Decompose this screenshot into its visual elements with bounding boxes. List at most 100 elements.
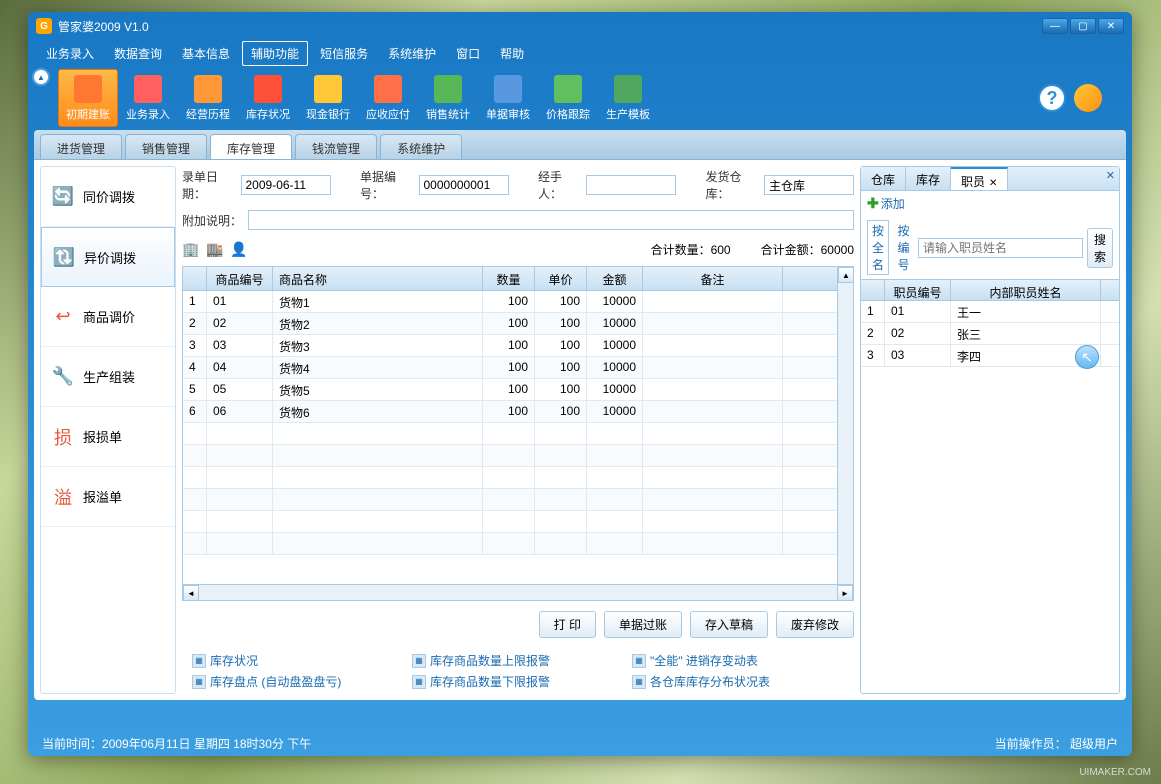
- note-input[interactable]: [248, 210, 854, 230]
- col-header[interactable]: 备注: [643, 267, 783, 290]
- grid-body[interactable]: 101货物110010010000202货物210010010000303货物3…: [183, 291, 837, 584]
- link-item[interactable]: ▦库存商品数量上限报警: [412, 652, 602, 669]
- right-tab-库存[interactable]: 库存: [906, 167, 951, 190]
- panel-close-icon[interactable]: ✕: [1106, 169, 1115, 182]
- add-label: 添加: [881, 195, 905, 212]
- action-存入草稿[interactable]: 存入草稿: [690, 611, 768, 638]
- add-button[interactable]: ✚添加: [867, 195, 905, 212]
- link-icon: ▦: [192, 675, 206, 689]
- sidebar-icon: 🔧: [51, 365, 75, 389]
- tool-应收应付[interactable]: 应收应付: [358, 69, 418, 127]
- maximize-button[interactable]: ▢: [1070, 18, 1096, 34]
- status-user-label: 当前操作员：: [995, 737, 1067, 751]
- action-废弃修改[interactable]: 废弃修改: [776, 611, 854, 638]
- title-text: 管家婆2009 V1.0: [58, 18, 1042, 35]
- action-打印[interactable]: 打 印: [539, 611, 596, 638]
- table-row[interactable]: 404货物410010010000: [183, 357, 837, 379]
- help-icon[interactable]: ?: [1038, 84, 1066, 112]
- col-header[interactable]: 内部职员姓名: [951, 280, 1101, 300]
- menu-短信服务[interactable]: 短信服务: [312, 42, 376, 65]
- sidebar-item-商品调价[interactable]: ↩商品调价: [41, 287, 175, 347]
- tab-进货管理[interactable]: 进货管理: [40, 134, 122, 159]
- col-header[interactable]: 职员编号: [885, 280, 951, 300]
- tool-现金银行[interactable]: 现金银行: [298, 69, 358, 127]
- tab-销售管理[interactable]: 销售管理: [125, 134, 207, 159]
- col-header[interactable]: [861, 280, 885, 300]
- employee-search-input[interactable]: [918, 238, 1083, 258]
- menu-辅助功能[interactable]: 辅助功能: [242, 41, 308, 66]
- col-header[interactable]: 商品名称: [273, 267, 483, 290]
- menu-基本信息[interactable]: 基本信息: [174, 42, 238, 65]
- vertical-scrollbar[interactable]: ▲: [837, 267, 853, 584]
- tab-close-icon[interactable]: ✕: [989, 178, 997, 189]
- link-item[interactable]: ▦库存盘点 (自动盘盈盘亏): [192, 673, 382, 690]
- table-row[interactable]: 505货物510010010000: [183, 379, 837, 401]
- building2-icon[interactable]: 🏬: [206, 240, 224, 258]
- tool-icon: [194, 75, 222, 103]
- building1-icon[interactable]: 🏢: [182, 240, 200, 258]
- right-tab-职员[interactable]: 职员✕: [951, 167, 1008, 190]
- right-panel: ✕ 仓库库存职员✕ ✚添加 按全名 按编号 搜索 职员编号内部职员姓名 101王…: [860, 166, 1120, 694]
- tool-单据审核[interactable]: 单据审核: [478, 69, 538, 127]
- search-button[interactable]: 搜索: [1087, 228, 1113, 268]
- link-item[interactable]: ▦"全能" 进销存变动表: [632, 652, 822, 669]
- tool-icon: [74, 75, 102, 103]
- horizontal-scrollbar[interactable]: ◄ ►: [183, 584, 853, 600]
- link-item[interactable]: ▦库存商品数量下限报警: [412, 673, 602, 690]
- minimize-button[interactable]: —: [1042, 18, 1068, 34]
- table-row[interactable]: 101王一: [861, 301, 1119, 323]
- tool-生产模板[interactable]: 生产模板: [598, 69, 658, 127]
- table-row[interactable]: 202货物210010010000: [183, 313, 837, 335]
- person-icon[interactable]: 👤: [230, 240, 248, 258]
- warehouse-input[interactable]: [764, 175, 854, 195]
- sidebar-item-报损单[interactable]: 损报损单: [41, 407, 175, 467]
- tab-钱流管理[interactable]: 钱流管理: [295, 134, 377, 159]
- close-button[interactable]: ✕: [1098, 18, 1124, 34]
- action-单据过账[interactable]: 单据过账: [604, 611, 682, 638]
- sidebar-item-异价调拨[interactable]: 🔃异价调拨: [41, 227, 175, 287]
- plus-icon: ✚: [867, 195, 879, 212]
- tool-初期建账[interactable]: 初期建账: [58, 69, 118, 127]
- menu-业务录入[interactable]: 业务录入: [38, 42, 102, 65]
- link-item[interactable]: ▦库存状况: [192, 652, 382, 669]
- col-header[interactable]: 单价: [535, 267, 587, 290]
- tool-icon: [314, 75, 342, 103]
- menu-帮助[interactable]: 帮助: [492, 42, 532, 65]
- menu-数据查询[interactable]: 数据查询: [106, 42, 170, 65]
- table-row[interactable]: 606货物610010010000: [183, 401, 837, 423]
- tool-库存状况[interactable]: 库存状况: [238, 69, 298, 127]
- sidebar-item-报溢单[interactable]: 溢报溢单: [41, 467, 175, 527]
- col-header[interactable]: 商品编号: [207, 267, 273, 290]
- sum-qty-label: 合计数量：: [651, 243, 711, 257]
- link-item[interactable]: ▦各仓库库存分布状况表: [632, 673, 822, 690]
- employee-grid-body[interactable]: 101王一202张三303李四↖: [861, 301, 1119, 693]
- tool-销售统计[interactable]: 销售统计: [418, 69, 478, 127]
- col-header[interactable]: 金额: [587, 267, 643, 290]
- titlebar[interactable]: G 管家婆2009 V1.0 — ▢ ✕: [28, 12, 1132, 40]
- sidebar-icon: 🔃: [52, 245, 76, 269]
- table-row[interactable]: 303货物310010010000: [183, 335, 837, 357]
- handler-input[interactable]: [586, 175, 676, 195]
- sidebar-item-同价调拨[interactable]: 🔄同价调拨: [41, 167, 175, 227]
- tool-经营历程[interactable]: 经营历程: [178, 69, 238, 127]
- sidebar-item-生产组装[interactable]: 🔧生产组装: [41, 347, 175, 407]
- tool-业务录入[interactable]: 业务录入: [118, 69, 178, 127]
- toolbar-collapse-toggle[interactable]: ▲: [32, 68, 50, 86]
- col-header[interactable]: [183, 267, 207, 290]
- right-tab-仓库[interactable]: 仓库: [861, 167, 906, 190]
- docno-input[interactable]: [419, 175, 509, 195]
- hint-arrow-icon: ↖: [1075, 345, 1099, 369]
- search-by-name-link[interactable]: 按全名: [867, 220, 889, 275]
- search-by-code-link[interactable]: 按编号: [893, 221, 913, 274]
- tab-库存管理[interactable]: 库存管理: [210, 134, 292, 159]
- link-icon: ▦: [632, 654, 646, 668]
- table-row[interactable]: 202张三: [861, 323, 1119, 345]
- app-icon: G: [36, 18, 52, 34]
- tab-系统维护[interactable]: 系统维护: [380, 134, 462, 159]
- tool-价格跟踪[interactable]: 价格跟踪: [538, 69, 598, 127]
- menu-窗口[interactable]: 窗口: [448, 42, 488, 65]
- menu-系统维护[interactable]: 系统维护: [380, 42, 444, 65]
- date-input[interactable]: [241, 175, 331, 195]
- table-row[interactable]: 101货物110010010000: [183, 291, 837, 313]
- col-header[interactable]: 数量: [483, 267, 535, 290]
